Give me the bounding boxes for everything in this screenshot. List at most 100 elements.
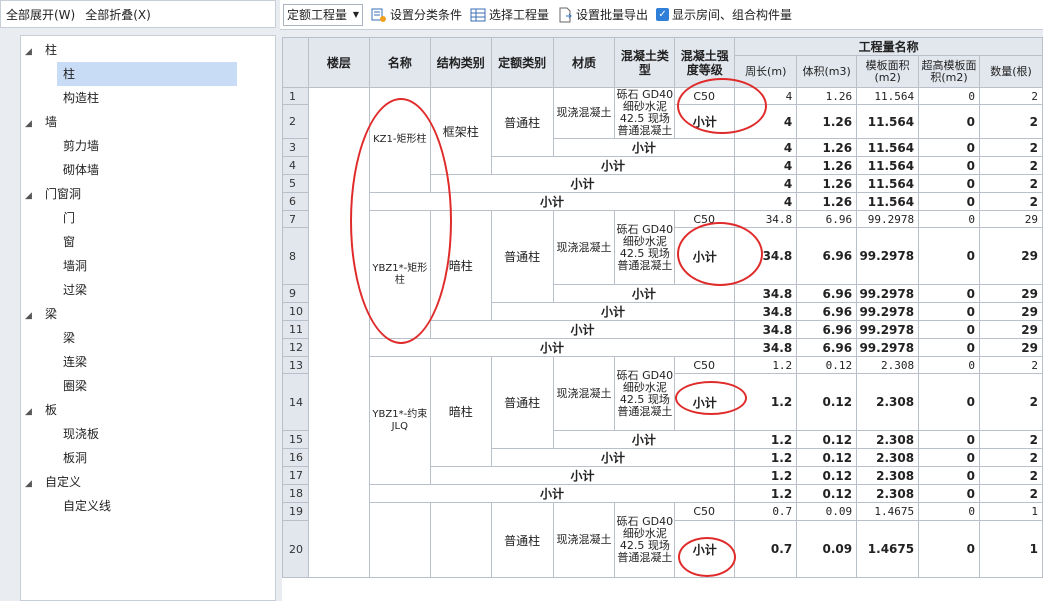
cell-grade[interactable]: C50 [674,356,736,374]
cell-volume[interactable]: 1.26 [796,192,858,211]
cell-perimeter[interactable]: 4 [734,104,798,139]
tree-group[interactable]: ◢ 柱 [21,38,275,62]
collapse-all-button[interactable]: 全部折叠(X) [85,6,151,23]
row-number[interactable]: 5 [282,174,309,193]
cell-struct-type[interactable] [429,502,492,578]
cell-high[interactable]: 0 [918,104,980,139]
cell-count[interactable]: 2 [979,156,1043,175]
cell-perimeter[interactable]: 1.2 [734,356,798,374]
cell-formwork[interactable]: 99.2978 [856,227,920,285]
cell-perimeter[interactable]: 34.8 [734,210,798,228]
cell-high[interactable]: 0 [918,430,980,449]
tree-group[interactable]: ◢ 梁 [21,302,275,326]
tree-item[interactable]: 门 [21,206,275,230]
cell-volume[interactable]: 0.12 [796,430,858,449]
cell-count[interactable]: 2 [979,104,1043,139]
cell-high[interactable]: 0 [918,338,980,357]
cell-material[interactable]: 现浇混凝土 [552,210,616,285]
cell-count[interactable]: 2 [979,356,1043,374]
cell-high[interactable]: 0 [918,373,980,431]
cell-count[interactable]: 29 [979,227,1043,285]
cell-perimeter[interactable]: 0.7 [734,520,798,578]
cell-formwork[interactable]: 2.308 [856,466,920,485]
expanded-triangle-icon[interactable]: ◢ [25,304,45,328]
cell-perimeter[interactable]: 34.8 [734,320,798,339]
tree-group[interactable]: ◢ 墙 [21,110,275,134]
cell-concrete-type[interactable]: 砾石 GD40 细砂水泥42.5 现场普通混凝土 [614,502,676,578]
cell-formwork[interactable]: 11.564 [856,156,920,175]
expanded-triangle-icon[interactable]: ◢ [25,400,45,424]
cell-volume[interactable]: 6.96 [796,210,858,228]
cell-count[interactable]: 29 [979,338,1043,357]
tree-item[interactable]: 柱 [57,62,237,86]
cell-quota-type[interactable]: 普通柱 [490,210,554,303]
table-row[interactable]: 13 YBZ1*-约束JLQ 暗柱 普通柱 现浇混凝土 砾石 GD40 细砂水泥42.5 … [282,356,1043,485]
cell-high[interactable]: 0 [918,520,980,578]
cell-name[interactable] [368,502,431,578]
set-batch-export-button[interactable]: 设置批量导出 [557,6,648,23]
row-number[interactable]: 1 [282,87,309,105]
cell-volume[interactable]: 1.26 [796,156,858,175]
expanded-triangle-icon[interactable]: ◢ [25,184,45,208]
tree-group[interactable]: ◢ 门窗洞 [21,182,275,206]
row-number[interactable]: 6 [282,192,309,211]
select-quantity-button[interactable]: 选择工程量 [470,6,549,23]
tree-item[interactable]: 圈梁 [21,374,275,398]
cell-concrete-type[interactable]: 砾石 GD40 细砂水泥42.5 现场普通混凝土 [614,210,676,285]
row-number[interactable]: 14 [282,373,309,431]
row-number[interactable]: 17 [282,466,309,485]
cell-high[interactable]: 0 [918,466,980,485]
cell-perimeter[interactable]: 34.8 [734,338,798,357]
header-floor[interactable]: 楼层 [307,37,370,88]
row-number[interactable]: 7 [282,210,309,228]
cell-formwork[interactable]: 1.4675 [856,520,920,578]
row-number[interactable]: 4 [282,156,309,175]
cell-perimeter[interactable]: 34.8 [734,284,798,303]
cell-high[interactable]: 0 [918,156,980,175]
cell-count[interactable]: 1 [979,502,1043,521]
set-category-button[interactable]: 设置分类条件 [371,6,462,23]
header-concrete-type[interactable]: 混凝土类型 [614,37,676,88]
cell-high[interactable]: 0 [918,87,980,105]
header-formwork[interactable]: 模板面积(m2) [856,55,920,88]
cell-high[interactable]: 0 [918,320,980,339]
tree-item[interactable]: 梁 [21,326,275,350]
table-row[interactable]: 6 小计 4 1.26 11.564 0 2 [282,192,1043,211]
tree-item[interactable]: 过梁 [21,278,275,302]
cell-count[interactable]: 2 [979,430,1043,449]
tree-item[interactable]: 剪力墙 [21,134,275,158]
cell-count[interactable]: 2 [979,192,1043,211]
cell-grade[interactable]: C50 [674,210,736,228]
tree-item[interactable]: 窗 [21,230,275,254]
cell-count[interactable]: 29 [979,302,1043,321]
cell-formwork[interactable]: 11.564 [856,174,920,193]
cell-formwork[interactable]: 99.2978 [856,284,920,303]
cell-high[interactable]: 0 [918,227,980,285]
cell-volume[interactable]: 0.12 [796,373,858,431]
cell-count[interactable]: 2 [979,87,1043,105]
cell-perimeter[interactable]: 4 [734,192,798,211]
row-number[interactable]: 9 [282,284,309,303]
row-number[interactable]: 19 [282,502,309,521]
cell-grade[interactable]: C50 [674,502,736,521]
row-number[interactable]: 12 [282,338,309,357]
cell-high[interactable]: 0 [918,502,980,521]
row-number[interactable]: 3 [282,138,309,157]
header-volume[interactable]: 体积(m3) [796,55,858,88]
cell-perimeter[interactable]: 4 [734,87,798,105]
tree-group[interactable]: ◢ 自定义 [21,470,275,494]
cell-high[interactable]: 0 [918,356,980,374]
cell-formwork[interactable]: 99.2978 [856,338,920,357]
quantity-type-dropdown[interactable]: 定额工程量 ▼ [283,3,363,26]
cell-volume[interactable]: 0.12 [796,448,858,467]
cell-material[interactable]: 现浇混凝土 [552,87,616,139]
cell-volume[interactable]: 6.96 [796,284,858,303]
cell-volume[interactable]: 6.96 [796,338,858,357]
cell-volume[interactable]: 1.26 [796,138,858,157]
tree-group[interactable]: ◢ 板 [21,398,275,422]
cell-material[interactable]: 现浇混凝土 [552,356,616,431]
row-number[interactable]: 18 [282,484,309,503]
cell-perimeter[interactable]: 34.8 [734,227,798,285]
tree-item[interactable]: 自定义线 [21,494,275,518]
cell-volume[interactable]: 0.12 [796,466,858,485]
